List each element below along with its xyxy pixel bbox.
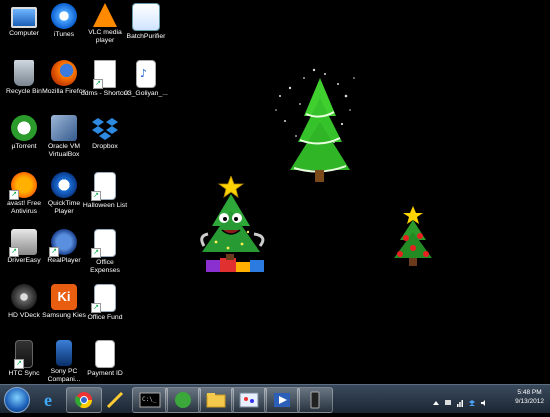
taskbar-cmd-button[interactable]: C:\_: [132, 387, 168, 413]
quicktime-icon: [51, 172, 77, 198]
icon-label: Halloween List: [82, 202, 128, 209]
desktop-icon-payment-id[interactable]: Payment ID: [81, 340, 129, 378]
samsung-kies-icon: Ki: [51, 284, 77, 310]
ie-icon: e: [44, 390, 52, 410]
phone-icon: [310, 391, 320, 409]
shortcut-arrow-icon: ↗: [9, 190, 19, 200]
realplayer-icon: ↗: [49, 229, 77, 257]
itunes-icon: [51, 3, 77, 29]
document-icon: ↗: [91, 172, 116, 201]
dropbox-tray-icon[interactable]: [468, 394, 476, 406]
icon-label: Office Fund: [87, 314, 123, 321]
clock[interactable]: 5:48 PM 9/13/2012: [515, 388, 544, 406]
vlc-icon: [93, 3, 117, 27]
tray-arrow-icon[interactable]: [432, 394, 440, 405]
desktop: Computer Recycle Bin µTorrent ↗ avast! F…: [0, 0, 550, 384]
icon-label: Dropbox: [92, 143, 118, 150]
clock-date: 9/13/2012: [515, 398, 544, 405]
document-icon: ↗: [91, 284, 116, 313]
desktop-icon-dropbox[interactable]: Dropbox: [81, 115, 129, 151]
desktop-icon-halloween-list[interactable]: ↗ Halloween List: [81, 172, 129, 210]
taskbar-media-button[interactable]: [264, 387, 300, 413]
htc-sync-icon: ↗: [14, 340, 33, 369]
icon-label: Office Expenses: [90, 259, 120, 274]
dropbox-icon: [92, 115, 118, 141]
taskbar-green-app-button[interactable]: [165, 387, 201, 413]
icon-label: 03_Goliyan_...: [124, 90, 168, 97]
svg-text:C:\_: C:\_: [142, 396, 157, 403]
desktop-icon-batchpurifier[interactable]: BatchPurifier: [122, 3, 170, 41]
sparkling-christmas-tree: [275, 68, 355, 182]
document-icon: ↗: [91, 229, 116, 258]
shortcut-arrow-icon: ↗: [9, 247, 19, 257]
icon-label: Payment ID: [87, 370, 123, 377]
network-icon[interactable]: [456, 394, 464, 407]
volume-icon[interactable]: [480, 394, 488, 406]
hdvdeck-icon: [11, 284, 37, 310]
system-tray: 5:48 PM 9/13/2012: [430, 385, 550, 413]
shortcut-icon: ↗: [93, 60, 116, 89]
shortcut-arrow-icon: ↗: [14, 359, 24, 369]
flag-icon[interactable]: [444, 394, 452, 405]
paint-icon: [239, 392, 259, 408]
chrome-icon: [75, 392, 93, 409]
svg-text:♪: ♪: [140, 67, 147, 80]
pen-tool-icon: [106, 391, 124, 409]
start-button[interactable]: [4, 387, 30, 413]
mp3-file-icon: ♪: [136, 60, 156, 88]
taskbar-pen-tool-button[interactable]: [98, 387, 132, 411]
cmd-icon: C:\_: [139, 392, 161, 408]
sony-pc-companion-icon: [56, 340, 72, 366]
batchpurifier-icon: [132, 3, 160, 31]
shortcut-arrow-icon: ↗: [93, 79, 103, 89]
recycle-bin-icon: [14, 60, 34, 86]
taskbar-paint-button[interactable]: [231, 387, 267, 413]
clock-time: 5:48 PM: [517, 389, 542, 396]
utorrent-icon: [11, 115, 37, 141]
explorer-icon: [206, 393, 226, 408]
shortcut-arrow-icon: ↗: [91, 191, 101, 201]
page-icon: [95, 340, 115, 368]
virtualbox-icon: [51, 115, 77, 141]
cartoon-christmas-tree: [200, 176, 265, 272]
taskbar-phone-button[interactable]: [297, 387, 333, 413]
taskbar-chrome-button[interactable]: [66, 387, 102, 413]
green-app-icon: [175, 392, 191, 408]
ornament-christmas-tree: [394, 206, 432, 266]
taskbar-explorer-button[interactable]: [198, 387, 234, 413]
avast-icon: ↗: [9, 172, 37, 200]
desktop-icon-office-expenses[interactable]: ↗ Office Expenses: [81, 229, 129, 275]
shortcut-arrow-icon: ↗: [91, 248, 101, 258]
taskbar-ie-button[interactable]: e: [34, 387, 68, 411]
taskbar: e C:\_ 5:48 PM 9/13/2012: [0, 384, 550, 413]
icon-label: BatchPurifier: [126, 33, 166, 40]
media-icon: [274, 393, 290, 407]
firefox-icon: [51, 60, 77, 86]
computer-icon: [11, 7, 37, 28]
desktop-icon-mp3-file[interactable]: ♪ 03_Goliyan_...: [122, 60, 170, 98]
shortcut-arrow-icon: ↗: [49, 247, 59, 257]
svg-text:e: e: [44, 390, 52, 410]
shortcut-arrow-icon: ↗: [91, 303, 101, 313]
drivereasy-icon: ↗: [9, 229, 37, 257]
desktop-icon-office-fund[interactable]: ↗ Office Fund: [81, 284, 129, 322]
